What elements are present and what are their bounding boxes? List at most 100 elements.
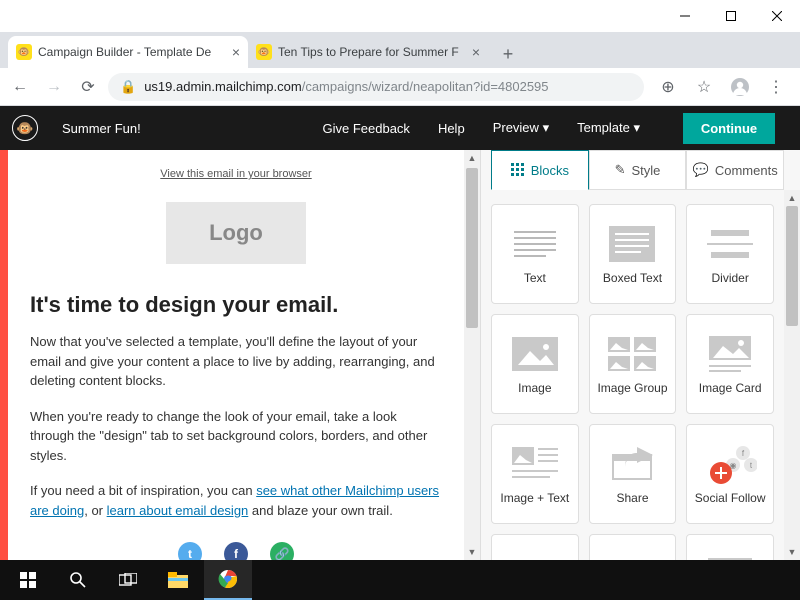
browser-tab-active[interactable]: 🐵 Campaign Builder - Template De × — [8, 36, 248, 68]
tab-title: Ten Tips to Prepare for Summer F — [278, 45, 466, 59]
template-dropdown[interactable]: Template ▾ — [577, 120, 640, 136]
mailchimp-favicon: 🐵 — [256, 44, 272, 60]
continue-button[interactable]: Continue — [683, 113, 775, 144]
link-icon[interactable]: 🔗 — [270, 542, 294, 560]
block-label: Share — [616, 491, 648, 505]
mailchimp-logo-icon[interactable]: 🐵 — [12, 115, 38, 141]
divider-icon — [703, 223, 757, 265]
chevron-down-icon: ▾ — [633, 120, 640, 135]
footer-block-icon — [605, 553, 659, 560]
scroll-up-arrow-icon[interactable]: ▲ — [784, 190, 800, 206]
tab-style[interactable]: ✎ Style — [589, 150, 687, 189]
text: If you need a bit of inspiration, you ca… — [30, 483, 256, 498]
code-block-icon: </> — [703, 553, 757, 560]
grid-icon — [511, 163, 525, 177]
tab-comments[interactable]: 💬 Comments — [686, 150, 784, 189]
brush-icon: ✎ — [615, 162, 626, 178]
app-header: 🐵 Summer Fun! Give Feedback Help Preview… — [0, 106, 800, 150]
canvas-vertical-scrollbar[interactable]: ▲ ▼ — [464, 150, 480, 560]
social-follow-icon: ft◉ — [703, 443, 757, 485]
main-content: View this email in your browser Logo It'… — [0, 150, 800, 560]
block-divider[interactable]: Divider — [686, 204, 774, 304]
zoom-icon[interactable]: ⊕ — [654, 73, 682, 101]
block-label: Social Follow — [695, 491, 766, 505]
block-image-group[interactable]: Image Group — [589, 314, 677, 414]
panel-vertical-scrollbar[interactable]: ▲ ▼ — [784, 190, 800, 560]
block-footer[interactable]: Footer — [589, 534, 677, 560]
url-path: /campaigns/wizard/neapolitan?id=4802595 — [302, 79, 549, 94]
view-in-browser-link[interactable]: View this email in your browser — [30, 168, 442, 180]
chrome-menu-icon[interactable]: ⋮ — [762, 73, 790, 101]
forward-button[interactable]: → — [40, 73, 68, 101]
block-label: Text — [524, 271, 546, 285]
twitter-icon[interactable]: t — [178, 542, 202, 560]
button-block-icon — [508, 553, 562, 560]
social-icons-row[interactable]: t f 🔗 — [30, 542, 442, 560]
profile-avatar-icon[interactable] — [726, 73, 754, 101]
browser-tabstrip: 🐵 Campaign Builder - Template De × 🐵 Ten… — [0, 32, 800, 68]
boxed-text-icon — [605, 223, 659, 265]
block-image[interactable]: Image — [491, 314, 579, 414]
email-paragraph-1[interactable]: Now that you've selected a template, you… — [30, 332, 442, 391]
task-view-button[interactable] — [104, 560, 152, 600]
scroll-down-arrow-icon[interactable]: ▼ — [784, 544, 800, 560]
image-icon — [508, 333, 562, 375]
window-titlebar — [0, 0, 800, 32]
scrollbar-thumb[interactable] — [786, 206, 798, 326]
scrollbar-thumb[interactable] — [466, 168, 478, 328]
text-block-icon — [508, 223, 562, 265]
window-close-button[interactable] — [754, 0, 800, 32]
new-tab-button[interactable]: + — [494, 40, 522, 68]
close-icon[interactable]: × — [472, 44, 480, 60]
back-button[interactable]: ← — [6, 73, 34, 101]
email-canvas[interactable]: View this email in your browser Logo It'… — [0, 150, 480, 560]
block-share[interactable]: Share — [589, 424, 677, 524]
window-minimize-button[interactable] — [662, 0, 708, 32]
image-text-icon — [508, 443, 562, 485]
reload-button[interactable]: ⟳ — [74, 73, 102, 101]
browser-toolbar: ← → ⟳ 🔒 us19.admin.mailchimp.com/campaig… — [0, 68, 800, 106]
inspiration-link-2[interactable]: learn about email design — [107, 503, 249, 518]
file-explorer-taskbar-icon[interactable] — [154, 560, 202, 600]
tab-label: Blocks — [531, 163, 569, 178]
chevron-down-icon: ▾ — [543, 120, 550, 135]
block-code[interactable]: </> Code — [686, 534, 774, 560]
block-button[interactable]: Button — [491, 534, 579, 560]
text: , or — [84, 503, 106, 518]
help-link[interactable]: Help — [438, 121, 465, 136]
search-button[interactable] — [54, 560, 102, 600]
bookmark-star-icon[interactable]: ☆ — [690, 73, 718, 101]
facebook-icon[interactable]: f — [224, 542, 248, 560]
image-group-icon — [605, 333, 659, 375]
close-icon[interactable]: × — [232, 44, 240, 60]
block-social-follow[interactable]: ft◉ Social Follow — [686, 424, 774, 524]
logo-placeholder[interactable]: Logo — [166, 202, 306, 264]
block-text[interactable]: Text — [491, 204, 579, 304]
tab-label: Style — [632, 163, 661, 178]
give-feedback-link[interactable]: Give Feedback — [323, 121, 410, 136]
window-maximize-button[interactable] — [708, 0, 754, 32]
email-paragraph-3[interactable]: If you need a bit of inspiration, you ca… — [30, 481, 442, 520]
block-label: Image Group — [597, 381, 667, 395]
block-image-text[interactable]: Image + Text — [491, 424, 579, 524]
chrome-taskbar-icon[interactable] — [204, 560, 252, 600]
canvas-left-accent — [0, 150, 8, 560]
scroll-up-arrow-icon[interactable]: ▲ — [464, 150, 480, 166]
email-heading[interactable]: It's time to design your email. — [30, 292, 442, 318]
block-boxed-text[interactable]: Boxed Text — [589, 204, 677, 304]
browser-tab[interactable]: 🐵 Ten Tips to Prepare for Summer F × — [248, 36, 488, 68]
blocks-panel: Blocks ✎ Style 💬 Comments Text Boxed — [480, 150, 800, 560]
address-bar[interactable]: 🔒 us19.admin.mailchimp.com/campaigns/wiz… — [108, 73, 644, 101]
email-paragraph-2[interactable]: When you're ready to change the look of … — [30, 407, 442, 466]
campaign-name[interactable]: Summer Fun! — [62, 121, 141, 136]
block-image-card[interactable]: Image Card — [686, 314, 774, 414]
start-button[interactable] — [4, 560, 52, 600]
tab-label: Comments — [715, 163, 778, 178]
scroll-down-arrow-icon[interactable]: ▼ — [464, 544, 480, 560]
preview-dropdown[interactable]: Preview ▾ — [493, 120, 549, 136]
block-label: Divider — [711, 271, 748, 285]
block-label: Image + Text — [500, 491, 569, 505]
share-icon — [605, 443, 659, 485]
tab-blocks[interactable]: Blocks — [491, 150, 589, 190]
tab-title: Campaign Builder - Template De — [38, 45, 226, 59]
